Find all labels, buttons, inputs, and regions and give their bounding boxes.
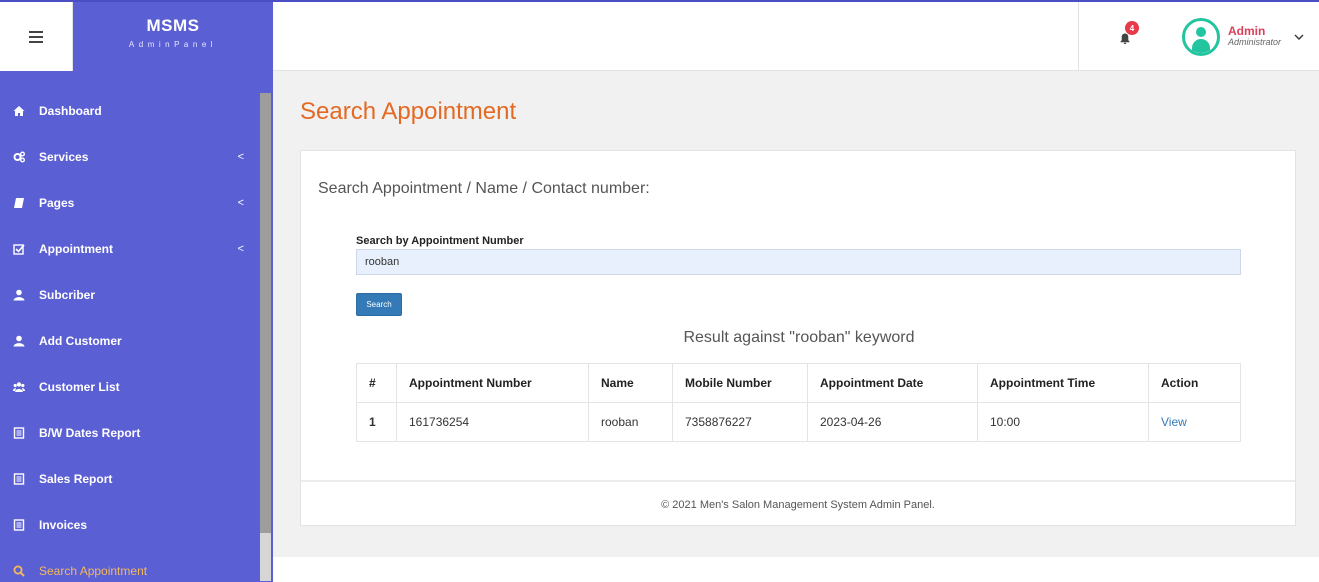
page-bottom-strip — [273, 557, 1319, 582]
file-icon — [12, 472, 26, 486]
search-input[interactable]: rooban — [356, 249, 1241, 275]
sidebar-item-label: Appointment — [39, 242, 113, 256]
sidebar-item-add-customer[interactable]: Add Customer — [0, 318, 258, 364]
sidebar-item-invoices[interactable]: Invoices — [0, 502, 258, 548]
top-navbar: MSMS AdminPanel 4 Admin Administrator — [0, 0, 1319, 71]
user-role: Administrator — [1227, 37, 1281, 48]
card-heading: Search Appointment / Name / Contact numb… — [318, 180, 650, 197]
table-cell: 10:00 — [977, 402, 1149, 442]
table-cell: 2023-04-26 — [807, 402, 978, 442]
sidebar-item-label: Invoices — [39, 518, 88, 532]
avatar — [1181, 17, 1220, 56]
users-icon — [12, 380, 26, 394]
table-header-row: # Appointment Number Name Mobile Number … — [356, 363, 1241, 403]
search-button[interactable]: Search — [356, 293, 402, 316]
table-header: # — [356, 363, 397, 403]
sidebar-item-label: Pages — [39, 196, 75, 210]
file-icon — [12, 518, 26, 532]
table-cell: rooban — [588, 402, 673, 442]
sidebar-item-sales-report[interactable]: Sales Report — [0, 456, 258, 502]
sidebar-item-dashboard[interactable]: Dashboard — [0, 88, 258, 134]
brand-subtitle: AdminPanel — [128, 40, 218, 49]
table-cell: 161736254 — [396, 402, 589, 442]
sidebar-item-label: Sales Report — [39, 472, 113, 486]
brand-title: MSMS — [146, 16, 200, 35]
sidebar-item-label: Dashboard — [39, 104, 102, 118]
table-cell: 7358876227 — [672, 402, 808, 442]
cogs-icon — [12, 150, 26, 164]
sidebar-item-label: Services — [39, 150, 89, 164]
table-cell: 1 — [356, 402, 397, 442]
sidebar-item-label: Add Customer — [39, 334, 122, 348]
sidebar: Dashboard Services < Pages < Appointment… — [0, 71, 258, 582]
sidebar-item-appointment[interactable]: Appointment < — [0, 226, 258, 272]
results-table: # Appointment Number Name Mobile Number … — [356, 363, 1241, 442]
chevron-left-icon: < — [237, 243, 244, 255]
search-card: Search Appointment / Name / Contact numb… — [300, 150, 1296, 526]
user-menu[interactable]: Admin Administrator — [1172, 2, 1319, 71]
sidebar-item-customer-list[interactable]: Customer List — [0, 364, 258, 410]
sidebar-item-label: Search Appointment — [39, 564, 148, 578]
user-icon — [12, 334, 26, 348]
result-heading: Result against "rooban" keyword — [683, 329, 915, 346]
home-icon — [12, 104, 26, 118]
table-header: Mobile Number — [672, 363, 808, 403]
table-header: Name — [588, 363, 673, 403]
sidebar-item-pages[interactable]: Pages < — [0, 180, 258, 226]
book-icon — [12, 196, 26, 210]
file-icon — [12, 426, 26, 440]
view-link[interactable]: View — [1148, 402, 1241, 442]
user-icon — [12, 288, 26, 302]
sidebar-item-subcriber[interactable]: Subcriber — [0, 272, 258, 318]
checkbox-icon — [12, 242, 26, 256]
notification-count-badge: 4 — [1124, 21, 1139, 35]
search-icon — [12, 564, 26, 578]
brand-logo[interactable]: MSMS AdminPanel — [73, 2, 273, 71]
table-header: Appointment Date — [807, 363, 978, 403]
notifications-button[interactable]: 4 — [1077, 2, 1172, 71]
footer-text: © 2021 Men's Salon Management System Adm… — [301, 480, 1295, 526]
chevron-left-icon: < — [237, 151, 244, 163]
sidebar-scrollbar[interactable] — [258, 71, 273, 582]
sidebar-item-services[interactable]: Services < — [0, 134, 258, 180]
sidebar-item-bw-dates-report[interactable]: B/W Dates Report — [0, 410, 258, 456]
table-header: Action — [1148, 363, 1241, 403]
page-title: Search Appointment — [300, 98, 517, 125]
sidebar-item-label: Customer List — [39, 380, 120, 394]
table-header: Appointment Number — [396, 363, 589, 403]
table-header: Appointment Time — [977, 363, 1149, 403]
sidebar-item-label: Subcriber — [39, 288, 96, 302]
scrollbar-thumb[interactable] — [260, 93, 271, 533]
chevron-down-icon — [1294, 34, 1304, 40]
search-label: Search by Appointment Number — [356, 235, 524, 247]
hamburger-icon — [29, 28, 43, 46]
sidebar-item-search-appointment[interactable]: Search Appointment — [0, 548, 258, 582]
chevron-left-icon: < — [237, 197, 244, 209]
sidebar-item-label: B/W Dates Report — [39, 426, 141, 440]
menu-toggle-button[interactable] — [0, 2, 73, 71]
table-row: 1 161736254 rooban 7358876227 2023-04-26… — [356, 402, 1241, 442]
